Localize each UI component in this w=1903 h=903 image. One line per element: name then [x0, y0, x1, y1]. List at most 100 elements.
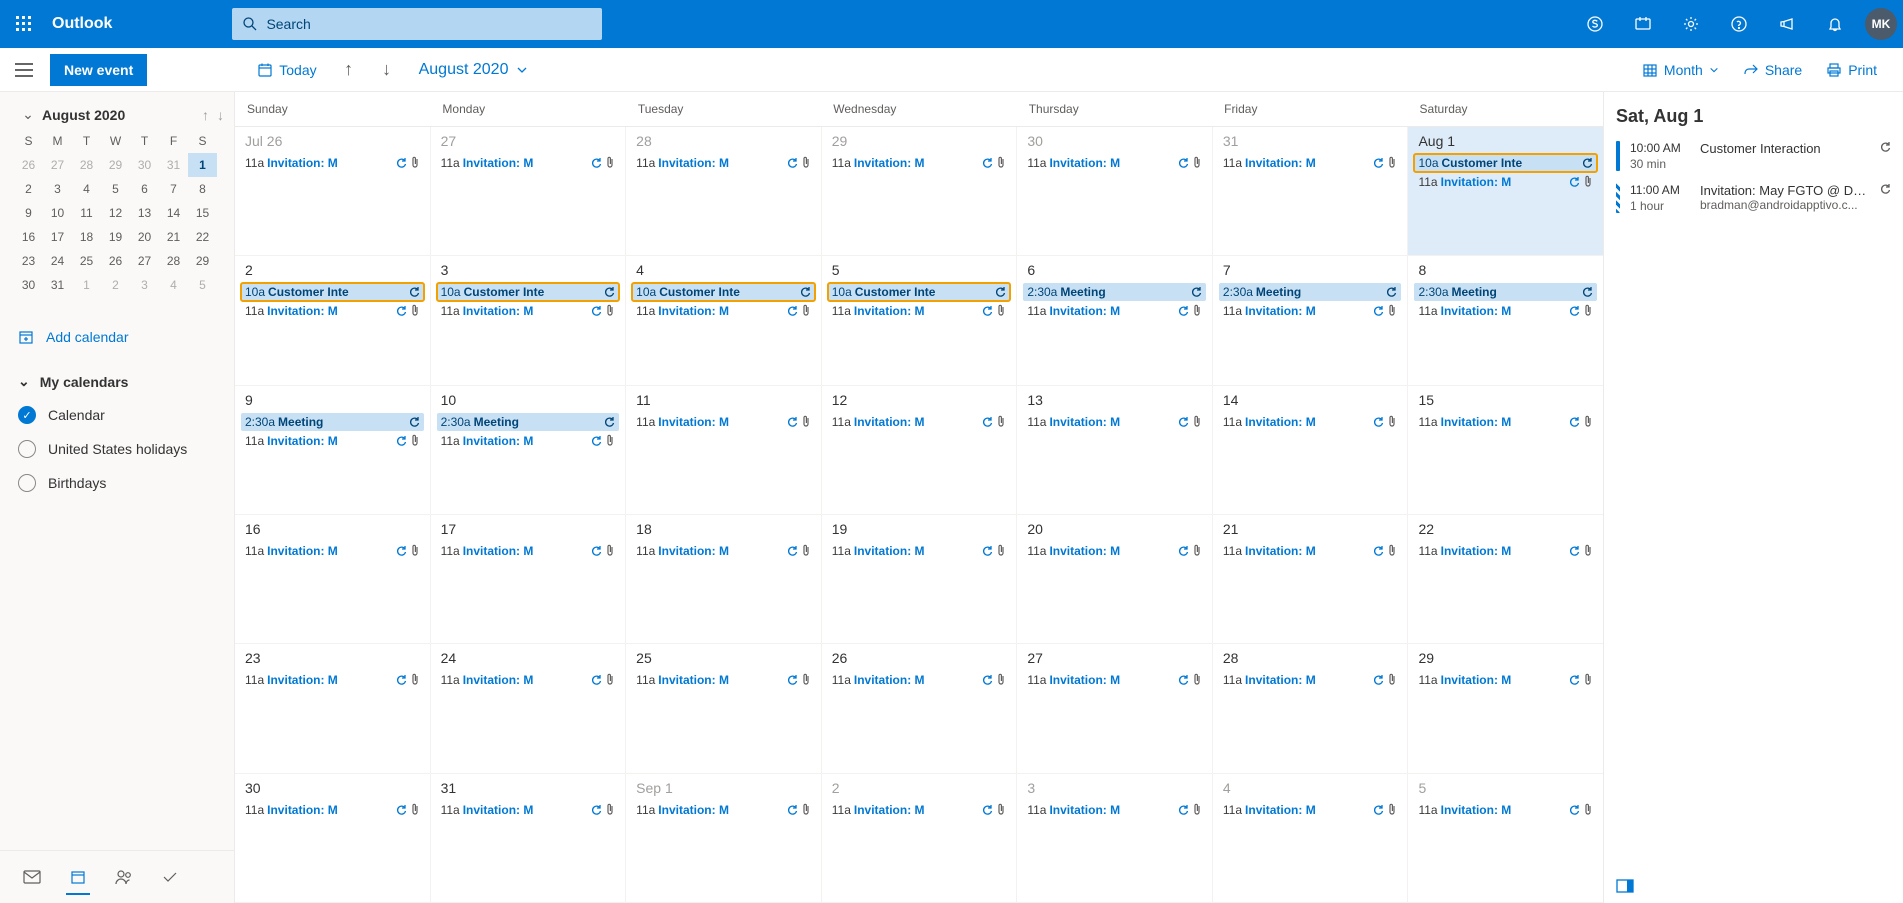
mini-day[interactable]: 31 — [43, 273, 72, 297]
calendar-event[interactable]: 10aCustomer Inte — [1414, 154, 1597, 172]
calendar-day[interactable]: 2211aInvitation: M — [1408, 515, 1603, 643]
calendar-day[interactable]: 2911aInvitation: M — [822, 127, 1018, 255]
calendar-event[interactable]: 2:30aMeeting — [1219, 283, 1402, 301]
calendar-event[interactable]: 11aInvitation: M — [632, 154, 815, 172]
mini-day[interactable]: 6 — [130, 177, 159, 201]
calendar-event[interactable]: 11aInvitation: M — [632, 413, 815, 431]
mini-day[interactable]: 24 — [43, 249, 72, 273]
new-event-button[interactable]: New event — [50, 54, 147, 86]
mini-day[interactable]: 26 — [101, 249, 130, 273]
calendar-event[interactable]: 11aInvitation: M — [828, 671, 1011, 689]
calendar-day[interactable]: 2711aInvitation: M — [1017, 644, 1213, 772]
calendar-event[interactable]: 11aInvitation: M — [828, 302, 1011, 320]
calendar-day[interactable]: Aug 110aCustomer Inte11aInvitation: M — [1408, 127, 1603, 255]
calendar-event[interactable]: 11aInvitation: M — [241, 542, 424, 560]
calendar-checkbox[interactable]: ✓ — [18, 406, 36, 424]
calendar-day[interactable]: 102:30aMeeting11aInvitation: M — [431, 386, 627, 514]
mini-calendar-collapse[interactable]: ⌄ — [18, 106, 38, 123]
calendar-event[interactable]: 10aCustomer Inte — [437, 283, 620, 301]
mini-day[interactable]: 19 — [101, 225, 130, 249]
calendar-day[interactable]: 1311aInvitation: M — [1017, 386, 1213, 514]
mini-day[interactable]: 5 — [101, 177, 130, 201]
settings-button[interactable] — [1667, 0, 1715, 48]
mini-day[interactable]: 2 — [14, 177, 43, 201]
mini-next-month[interactable]: ↓ — [217, 107, 224, 123]
agenda-item[interactable]: 11:00 AM1 hourInvitation: May FGTO @ Dai… — [1616, 183, 1891, 213]
calendar-event[interactable]: 11aInvitation: M — [1219, 302, 1402, 320]
share-button[interactable]: Share — [1733, 56, 1812, 84]
mini-day[interactable]: 15 — [188, 201, 217, 225]
calendar-day[interactable]: 3111aInvitation: M — [431, 774, 627, 902]
calendar-day[interactable]: 310aCustomer Inte11aInvitation: M — [431, 256, 627, 384]
calendar-event[interactable]: 10aCustomer Inte — [828, 283, 1011, 301]
help-button[interactable] — [1715, 0, 1763, 48]
calendar-event[interactable]: 11aInvitation: M — [241, 671, 424, 689]
calendar-event[interactable]: 11aInvitation: M — [437, 801, 620, 819]
notifications-button[interactable] — [1811, 0, 1859, 48]
today-button[interactable]: Today — [247, 56, 326, 84]
calendar-event[interactable]: 11aInvitation: M — [632, 302, 815, 320]
calendar-event[interactable]: 11aInvitation: M — [828, 542, 1011, 560]
calendar-day[interactable]: 92:30aMeeting11aInvitation: M — [235, 386, 431, 514]
prev-period-button[interactable]: ↑ — [333, 54, 365, 86]
mini-day[interactable]: 30 — [14, 273, 43, 297]
calendar-event[interactable]: 11aInvitation: M — [1414, 173, 1597, 191]
month-picker[interactable]: August 2020 — [409, 61, 539, 79]
mini-day[interactable]: 29 — [101, 153, 130, 177]
calendar-day[interactable]: 62:30aMeeting11aInvitation: M — [1017, 256, 1213, 384]
calendar-event[interactable]: 11aInvitation: M — [1414, 671, 1597, 689]
calendar-event[interactable]: 11aInvitation: M — [437, 154, 620, 172]
calendar-day[interactable]: 211aInvitation: M — [822, 774, 1018, 902]
calendar-event[interactable]: 11aInvitation: M — [437, 671, 620, 689]
app-launcher-button[interactable] — [0, 0, 48, 48]
mini-day[interactable]: 29 — [188, 249, 217, 273]
calendar-event[interactable]: 11aInvitation: M — [1023, 302, 1206, 320]
calendar-day[interactable]: 82:30aMeeting11aInvitation: M — [1408, 256, 1603, 384]
mini-day[interactable]: 31 — [159, 153, 188, 177]
calendar-event[interactable]: 11aInvitation: M — [1219, 671, 1402, 689]
mini-day[interactable]: 1 — [72, 273, 101, 297]
mini-day[interactable]: 28 — [72, 153, 101, 177]
calendar-day[interactable]: 511aInvitation: M — [1408, 774, 1603, 902]
mail-module-button[interactable] — [14, 861, 50, 893]
calendar-day[interactable]: 411aInvitation: M — [1213, 774, 1409, 902]
mini-day[interactable]: 5 — [188, 273, 217, 297]
search-box[interactable] — [232, 8, 602, 40]
megaphone-button[interactable] — [1763, 0, 1811, 48]
calendar-event[interactable]: 11aInvitation: M — [1414, 542, 1597, 560]
mini-day[interactable]: 8 — [188, 177, 217, 201]
calendar-day[interactable]: 210aCustomer Inte11aInvitation: M — [235, 256, 431, 384]
calendar-event[interactable]: 11aInvitation: M — [828, 413, 1011, 431]
mini-day[interactable]: 3 — [43, 177, 72, 201]
calendar-day[interactable]: 3011aInvitation: M — [235, 774, 431, 902]
mini-day[interactable]: 3 — [130, 273, 159, 297]
calendar-day[interactable]: 2011aInvitation: M — [1017, 515, 1213, 643]
mini-day[interactable]: 1 — [188, 153, 217, 177]
calendar-event[interactable]: 11aInvitation: M — [437, 302, 620, 320]
calendar-day[interactable]: 2811aInvitation: M — [626, 127, 822, 255]
mini-day[interactable]: 9 — [14, 201, 43, 225]
calendar-list-item[interactable]: United States holidays — [0, 432, 234, 466]
mini-day[interactable]: 12 — [101, 201, 130, 225]
calendar-event[interactable]: 11aInvitation: M — [241, 302, 424, 320]
calendar-event[interactable]: 11aInvitation: M — [1219, 801, 1402, 819]
calendar-day[interactable]: 311aInvitation: M — [1017, 774, 1213, 902]
mini-prev-month[interactable]: ↑ — [202, 107, 209, 123]
calendar-event[interactable]: 11aInvitation: M — [241, 154, 424, 172]
calendar-day[interactable]: 2611aInvitation: M — [822, 644, 1018, 772]
calendar-day[interactable]: 72:30aMeeting11aInvitation: M — [1213, 256, 1409, 384]
calendar-event[interactable]: 11aInvitation: M — [632, 542, 815, 560]
next-period-button[interactable]: ↓ — [371, 54, 403, 86]
my-calendars-toggle[interactable]: ⌄ My calendars — [0, 359, 234, 398]
view-switcher[interactable]: Month — [1632, 56, 1729, 84]
calendar-event[interactable]: 11aInvitation: M — [1023, 801, 1206, 819]
calendar-day[interactable]: 2911aInvitation: M — [1408, 644, 1603, 772]
calendar-day[interactable]: 510aCustomer Inte11aInvitation: M — [822, 256, 1018, 384]
calendar-day[interactable]: 2811aInvitation: M — [1213, 644, 1409, 772]
calendar-list-item[interactable]: ✓Calendar — [0, 398, 234, 432]
mini-day[interactable]: 10 — [43, 201, 72, 225]
calendar-day[interactable]: 1411aInvitation: M — [1213, 386, 1409, 514]
calendar-event[interactable]: 11aInvitation: M — [241, 432, 424, 450]
calendar-event[interactable]: 10aCustomer Inte — [632, 283, 815, 301]
calendar-day[interactable]: Sep 111aInvitation: M — [626, 774, 822, 902]
